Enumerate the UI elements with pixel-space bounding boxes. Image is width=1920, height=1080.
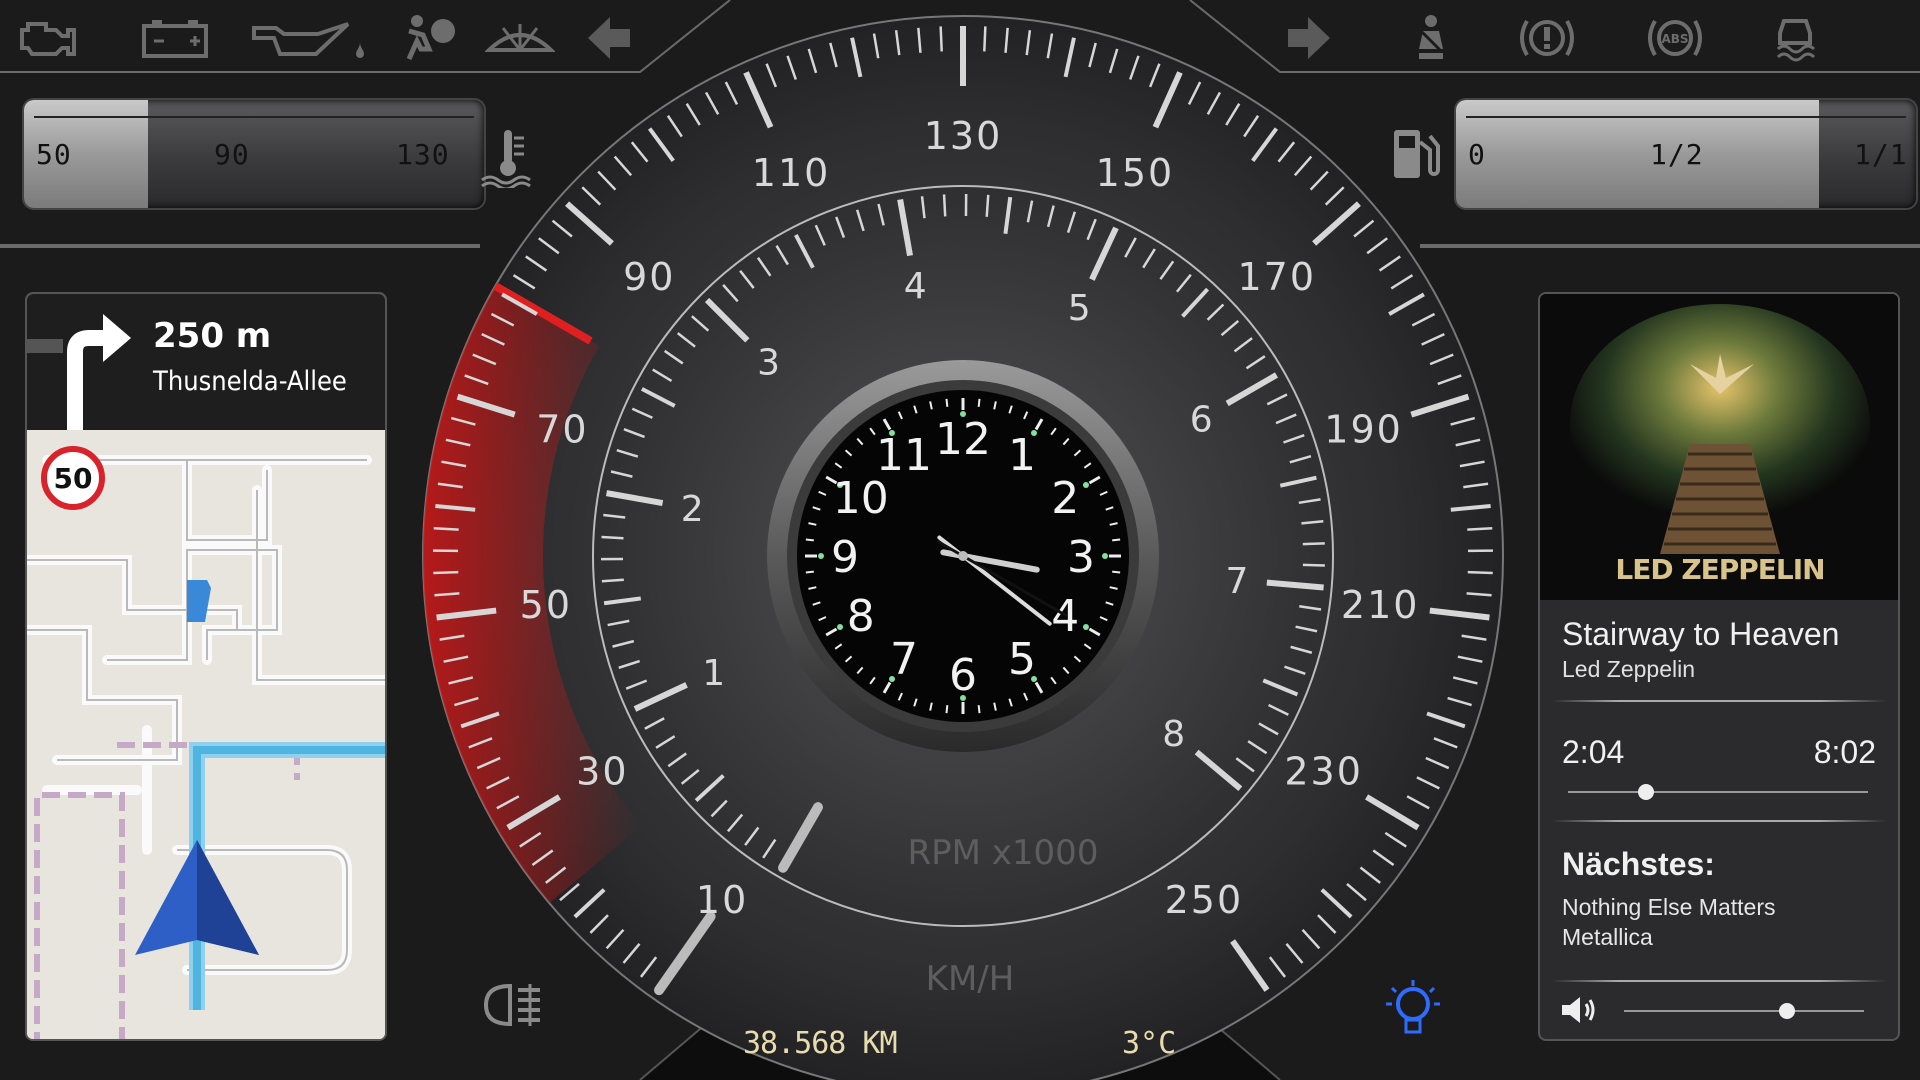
clock-number: 8 [847,591,875,642]
clock-number: 11 [876,430,932,481]
rpm-tick [942,194,947,217]
speed-label: 150 [1096,151,1175,195]
nav-instruction: 250 m Thusnelda-Allee [27,294,385,430]
rpm-tick [1302,542,1325,546]
clock-dot [1082,482,1089,488]
rpm-label: 2 [681,489,704,530]
rpm-tick [601,535,624,540]
clock-number: 2 [1051,473,1079,524]
separator [1552,700,1886,702]
clock-dot [1102,553,1108,559]
map-view[interactable] [27,430,385,1039]
rpm-label: 8 [1162,714,1185,755]
clock-dot [1082,624,1089,630]
next-track-artist: Metallica [1562,924,1653,950]
speed-tick [1467,527,1493,531]
volume-track[interactable] [1624,1010,1864,1012]
progress-slider-knob[interactable] [1638,784,1654,800]
rpm-label: 1 [702,653,725,694]
next-track-title: Nothing Else Matters [1562,894,1776,920]
interior-lamp-icon [1382,978,1444,1040]
clock-tick [1112,538,1121,542]
fog-light-icon [480,980,546,1030]
speed-tick [433,527,459,531]
speed-label: 50 [520,583,572,627]
speed-label: 170 [1237,255,1316,299]
progress-track[interactable] [1568,791,1868,793]
rpm-label: 5 [1068,288,1091,329]
speed-label: 70 [536,408,588,452]
clock-number: 5 [1008,634,1036,685]
speed-tick [433,570,459,575]
clock-tick [977,398,981,407]
clock-number: 1 [1008,430,1036,481]
track-duration: 8:02 [1813,734,1876,770]
speed-label: 30 [576,749,628,793]
clock-tick [805,570,814,574]
rpm-label: 6 [1190,400,1213,441]
turn-right-arrow-icon [27,314,131,430]
rpm-tick [1302,563,1325,567]
track-title: Stairway to Heaven [1562,616,1840,652]
clock-tick [1112,570,1121,574]
clock-tick [977,705,981,714]
clock-tick [945,705,949,714]
speed-label: 110 [752,151,831,195]
clock-pivot [958,551,968,561]
clock-dot [837,624,844,630]
track-artist: Led Zeppelin [1562,656,1695,682]
speed-label: 230 [1284,749,1363,793]
speed-label: 190 [1324,408,1403,452]
clock-number: 9 [831,532,859,583]
odometer-readout: 38.568 KM [743,1026,898,1061]
speed-tick [939,26,943,52]
clock-tick [805,538,814,542]
elapsed-time: 2:04 [1562,734,1625,770]
speed-label: 10 [696,878,748,922]
navigation-panel[interactable]: 250 m Thusnelda-Allee 50 [27,294,385,1039]
rpm-label: 3 [757,343,780,384]
speed-unit-label: KM/H [926,959,1015,999]
rpm-label: 7 [1226,561,1249,602]
clock-tick [945,398,949,407]
rpm-label: 4 [904,266,927,307]
clock-number: 12 [935,414,991,465]
clock-number: 6 [949,650,977,701]
media-player-panel: LED ZEPPELIN Stairway to Heaven Led Zepp… [1540,294,1898,1039]
rpm-unit-label: RPM x1000 [908,833,1099,873]
rpm-tick [601,578,624,583]
street-name: Thusnelda-Allee [153,366,347,397]
speed-tick [1467,570,1493,575]
speed-tick [983,26,987,52]
separator [1552,820,1886,822]
album-cover-text: LED ZEPPELIN [1615,553,1824,586]
speed-label: 130 [924,114,1003,158]
rpm-tick [985,194,990,217]
volume-icon[interactable] [1560,994,1600,1026]
volume-slider-knob[interactable] [1779,1003,1796,1019]
speed-limit-sign: 50 [41,446,105,510]
speed-label: 90 [623,255,675,299]
outside-temperature: 3°C [1122,1026,1177,1061]
clock-number: 3 [1067,532,1095,583]
turn-distance: 250 m [153,316,272,356]
separator [1552,980,1886,982]
album-cover[interactable]: LED ZEPPELIN [1540,294,1898,600]
next-track-heading: Nächstes: [1562,846,1715,882]
speed-label: 210 [1341,583,1420,627]
clock-number: 7 [890,634,918,685]
clock-dot [818,553,824,559]
speed-label: 250 [1165,878,1244,922]
